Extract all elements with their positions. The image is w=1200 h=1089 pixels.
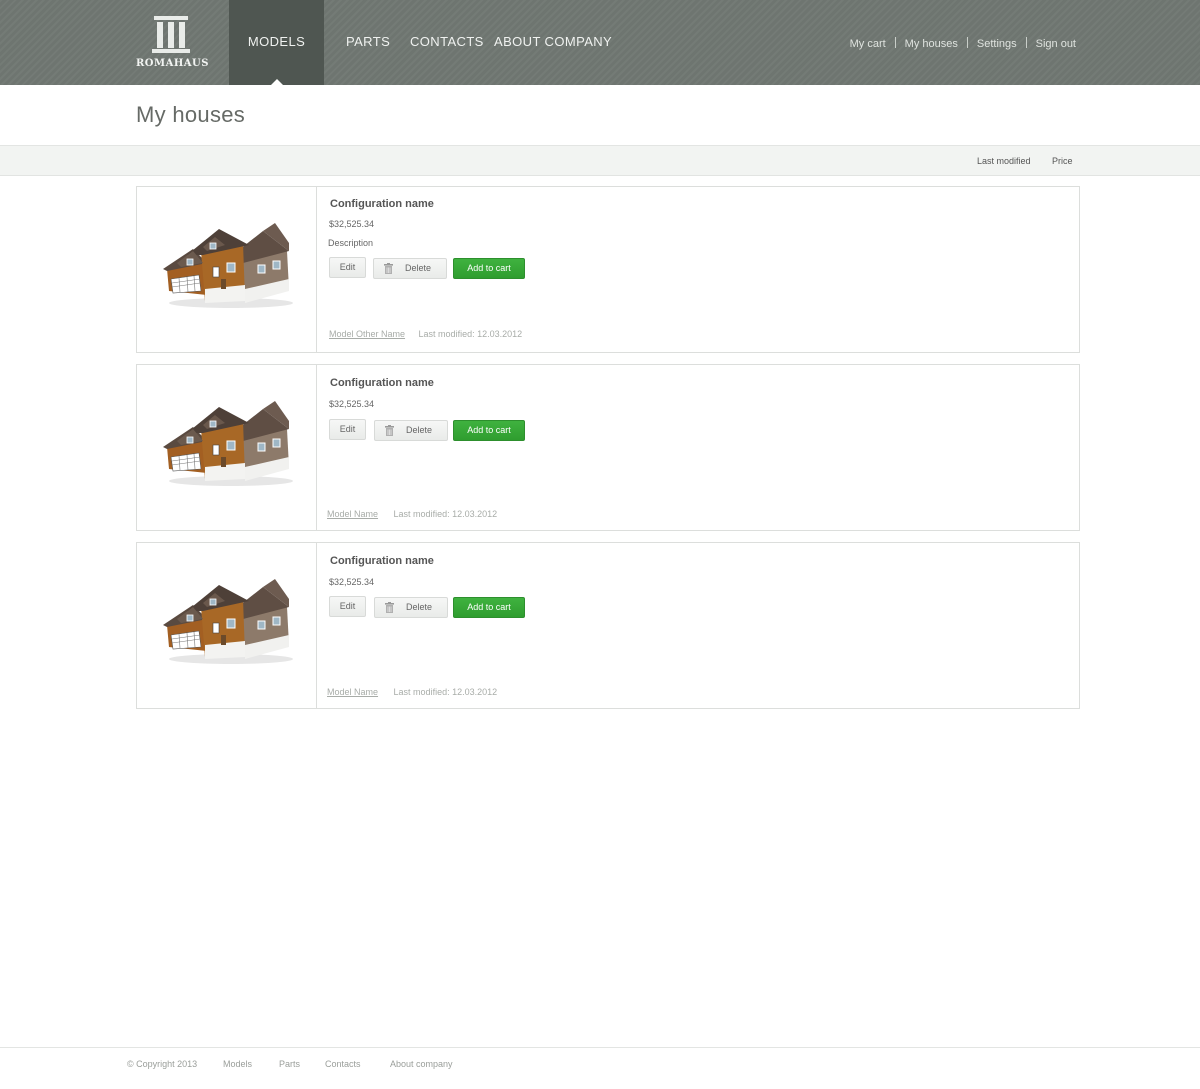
house-card: Configuration name $32,525.34 Edit Delet… (136, 542, 1080, 709)
price: $32,525.34 (329, 219, 375, 229)
separator (966, 37, 968, 48)
columns-icon (152, 16, 190, 53)
description: Description (328, 238, 374, 248)
edit-button[interactable]: Edit (329, 419, 366, 440)
last-modified: Last modified: 12.03.2012 (393, 687, 498, 697)
page-title: My houses (136, 102, 246, 127)
sort-last-modified[interactable]: Last modified (977, 156, 1031, 166)
configuration-name[interactable]: Configuration name (330, 555, 434, 567)
model-name-link[interactable]: Model Name (327, 687, 378, 697)
price: $32,525.34 (329, 399, 375, 409)
delete-button[interactable]: Delete (374, 420, 448, 441)
logo-wordmark: ROMAHAUS (136, 58, 209, 69)
separator (894, 37, 896, 48)
model-name-link[interactable]: Model Name (327, 509, 378, 519)
user-links: My cart My houses Settings Sign out (850, 37, 1076, 50)
last-modified: Last modified: 12.03.2012 (418, 329, 523, 339)
house-thumbnail[interactable] (137, 543, 317, 708)
add-to-cart-button[interactable]: Add to cart (453, 258, 525, 279)
add-to-cart-button[interactable]: Add to cart (453, 420, 525, 441)
my-cart-link[interactable]: My cart (850, 38, 886, 50)
house-card: Configuration name $32,525.34 Edit Delet… (136, 364, 1080, 531)
nav-models[interactable]: MODELS (229, 0, 324, 85)
footer-link-parts[interactable]: Parts (279, 1059, 300, 1069)
trash-icon (384, 263, 393, 274)
delete-label: Delete (405, 425, 432, 435)
last-modified: Last modified: 12.03.2012 (393, 509, 498, 519)
house-image (163, 223, 293, 309)
copyright: © Copyright 2013 (127, 1059, 198, 1069)
delete-label: Delete (404, 263, 431, 273)
add-to-cart-button[interactable]: Add to cart (453, 597, 525, 618)
house-image (163, 579, 293, 665)
configuration-name[interactable]: Configuration name (330, 377, 434, 389)
house-thumbnail[interactable] (137, 365, 317, 530)
nav-parts[interactable]: PARTS (346, 0, 390, 85)
nav-contacts[interactable]: CONTACTS (410, 0, 484, 85)
edit-button[interactable]: Edit (329, 596, 366, 617)
model-name-link[interactable]: Model Other Name (329, 329, 405, 339)
trash-icon (385, 602, 394, 613)
top-header: ROMAHAUS MODELS PARTS CONTACTS ABOUT COM… (0, 0, 1200, 85)
nav-about-company[interactable]: ABOUT COMPANY (494, 0, 612, 85)
sort-price[interactable]: Price (1052, 156, 1073, 166)
sort-bar: Last modified Price (0, 146, 1200, 176)
footer-divider (0, 1047, 1200, 1048)
house-card: Configuration name $32,525.34 Descriptio… (136, 186, 1080, 353)
house-image (163, 401, 293, 487)
price: $32,525.34 (329, 577, 375, 587)
romahaus-logo[interactable]: ROMAHAUS (136, 12, 209, 72)
sign-out-link[interactable]: Sign out (1036, 38, 1076, 50)
separator (1025, 37, 1027, 48)
delete-button[interactable]: Delete (374, 597, 448, 618)
house-thumbnail[interactable] (137, 187, 317, 352)
trash-icon (385, 425, 394, 436)
configuration-name[interactable]: Configuration name (330, 198, 434, 210)
settings-link[interactable]: Settings (977, 38, 1017, 50)
footer-link-about-company[interactable]: About company (390, 1059, 453, 1069)
footer-link-models[interactable]: Models (223, 1059, 252, 1069)
footer-link-contacts[interactable]: Contacts (325, 1059, 361, 1069)
edit-button[interactable]: Edit (329, 257, 366, 278)
delete-label: Delete (405, 602, 432, 612)
my-houses-link[interactable]: My houses (905, 38, 958, 50)
delete-button[interactable]: Delete (373, 258, 447, 279)
